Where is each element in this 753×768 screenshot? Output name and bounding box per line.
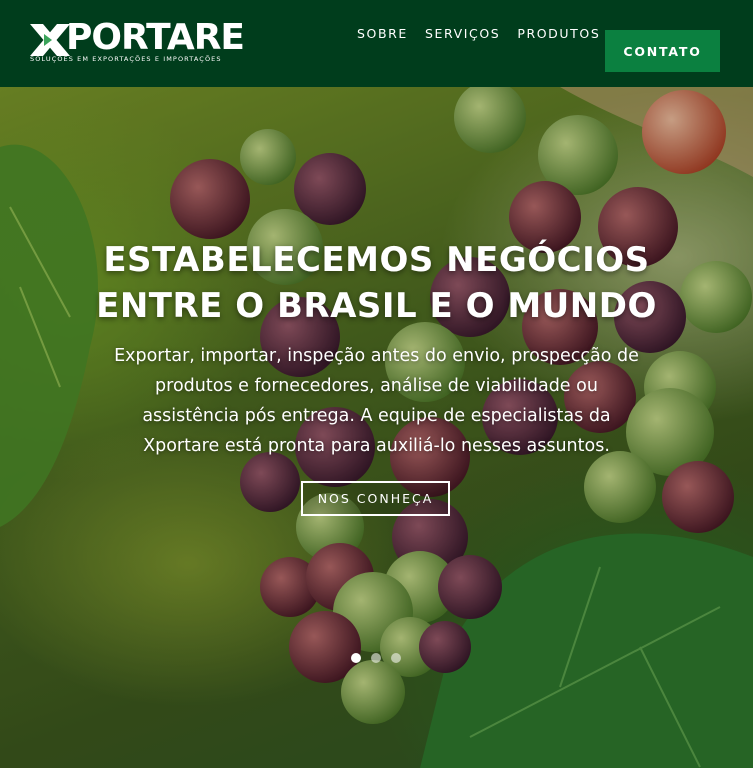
nav-item-sobre[interactable]: SOBRE: [357, 26, 408, 42]
contato-button[interactable]: CONTATO: [605, 30, 720, 72]
site-header: PORTARE SOLUÇÕES EM EXPORTAÇÕES E IMPORT…: [0, 0, 753, 87]
main-nav: SOBRE SERVIÇOS PRODUTOS: [357, 26, 617, 42]
hero-title-line-2: ENTRE O BRASIL E O MUNDO: [96, 286, 657, 326]
slide-dot-2[interactable]: [371, 653, 381, 663]
hero-banner: ESTABELECEMOS NEGÓCIOS ENTRE O BRASIL E …: [0, 87, 753, 768]
hero-title-line-1: ESTABELECEMOS NEGÓCIOS: [103, 240, 650, 280]
nav-item-produtos[interactable]: PRODUTOS: [517, 26, 600, 42]
xportare-logo[interactable]: PORTARE SOLUÇÕES EM EXPORTAÇÕES E IMPORT…: [30, 18, 280, 66]
hero-description: Exportar, importar, inspeção antes do en…: [114, 346, 639, 456]
logo-x-mark-icon: [30, 24, 70, 56]
logo-wordmark: PORTARE: [66, 17, 245, 58]
logo-tagline: SOLUÇÕES EM EXPORTAÇÕES E IMPORTAÇÕES: [30, 55, 222, 63]
nav-item-servicos[interactable]: SERVIÇOS: [425, 26, 500, 42]
nos-conheca-button[interactable]: NOS CONHEÇA: [301, 481, 450, 516]
hero-title: ESTABELECEMOS NEGÓCIOS ENTRE O BRASIL E …: [0, 237, 753, 329]
slide-dot-1[interactable]: [351, 653, 361, 663]
slider-pagination: [351, 653, 411, 663]
slide-dot-3[interactable]: [391, 653, 401, 663]
